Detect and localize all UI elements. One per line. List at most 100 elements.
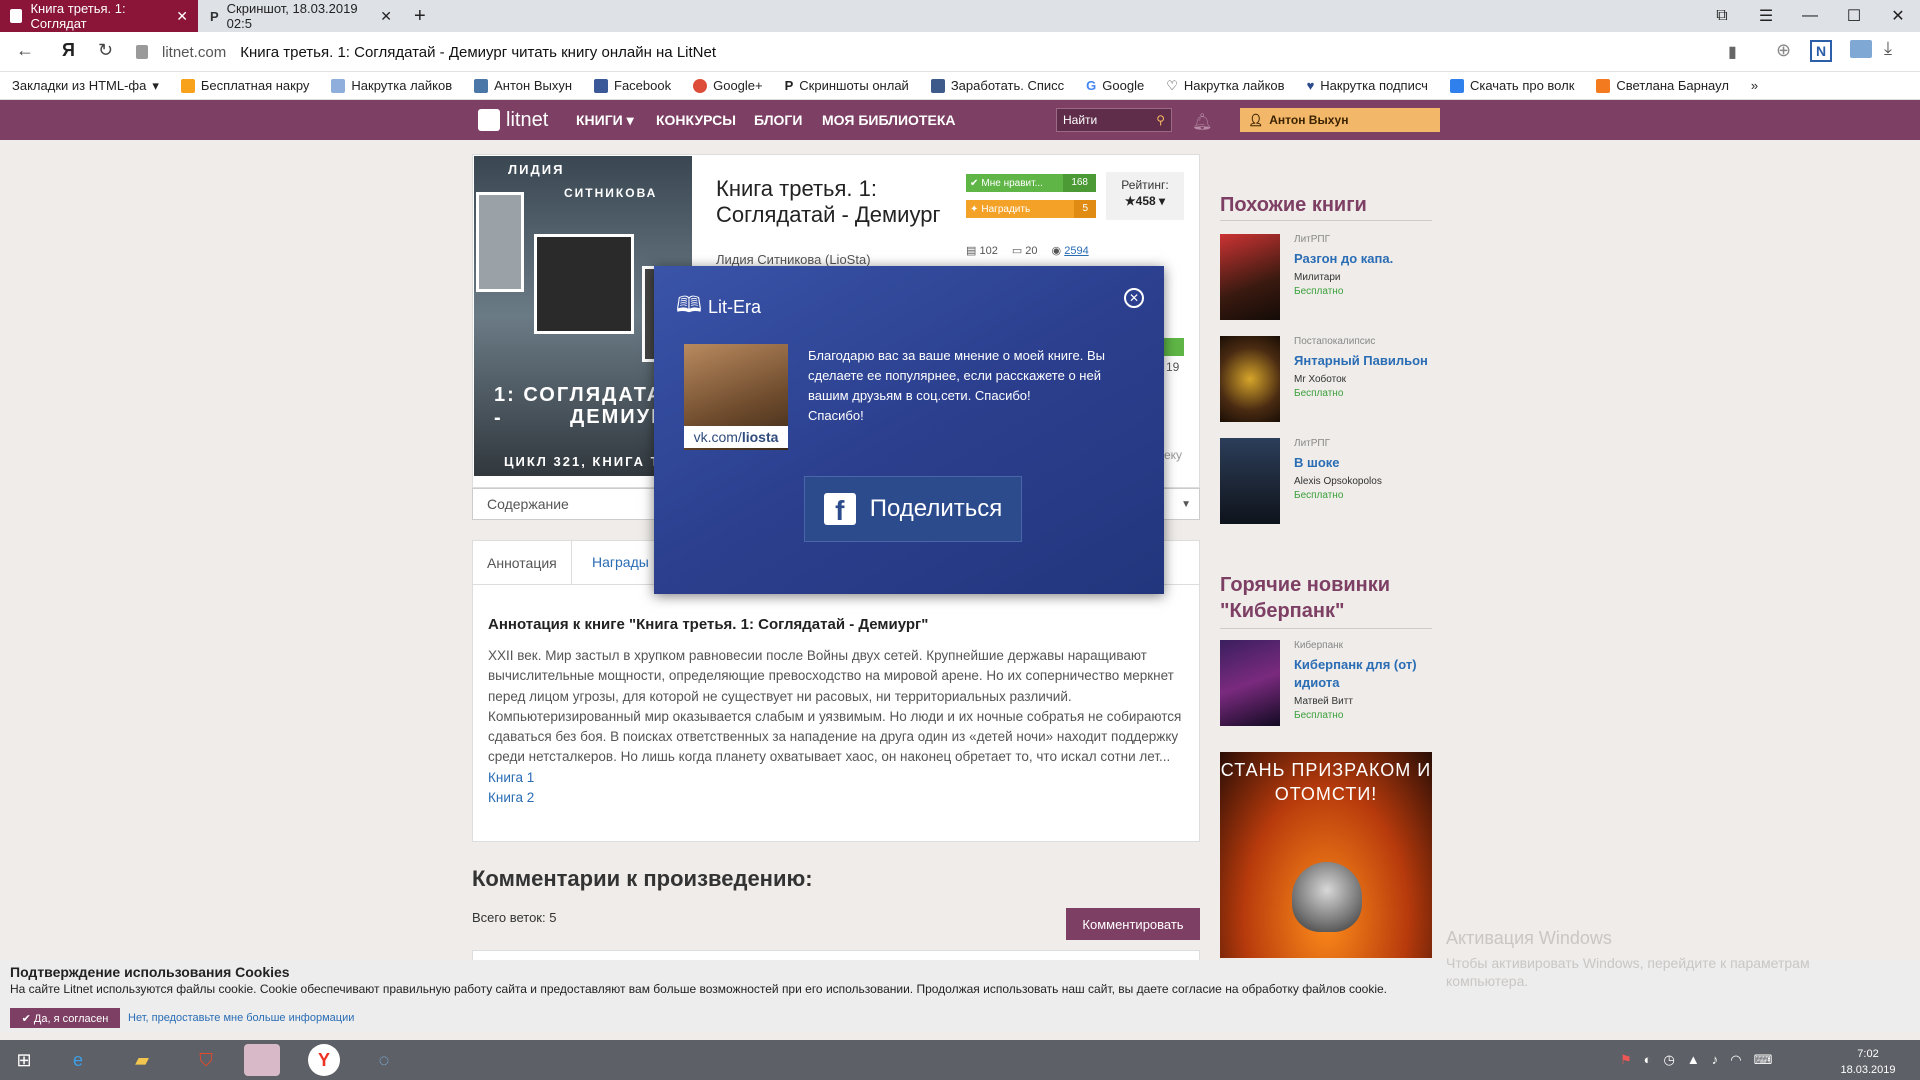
clock-date: 18.03.2019 — [1840, 1064, 1896, 1076]
ad-banner[interactable]: СТАНЬ ПРИЗРАКОМ И ОТОМСТИ! — [1220, 752, 1432, 958]
maximize-icon[interactable]: ☐ — [1832, 0, 1876, 32]
bookmark-item[interactable]: Антон Выхун — [474, 78, 572, 93]
menu-blogs[interactable]: БЛОГИ — [754, 100, 802, 140]
tab-awards[interactable]: Награды — [578, 540, 663, 584]
bookmarks-manager-icon[interactable]: ⧉ — [1700, 0, 1744, 32]
search-icon[interactable]: ⚲ — [1156, 113, 1165, 127]
more-bookmarks-button[interactable]: » — [1751, 78, 1758, 93]
logo-book-icon — [478, 109, 500, 131]
avatar-app-icon[interactable] — [244, 1044, 280, 1076]
link-book-2[interactable]: Книга 2 — [488, 788, 1188, 808]
yandex-browser-icon[interactable]: Y — [308, 1044, 340, 1076]
globe-icon[interactable]: ⊕ — [1776, 40, 1791, 61]
rating-box[interactable]: Рейтинг: ★458 ▾ — [1106, 172, 1184, 220]
bookmark-label: Скачать про волк — [1469, 78, 1575, 93]
menu-contests[interactable]: КОНКУРСЫ — [656, 100, 736, 140]
cookie-more-info-link[interactable]: Нет, предоставьте мне больше информации — [128, 1012, 354, 1024]
download-icon[interactable]: ⤓ — [1884, 38, 1892, 59]
like-button[interactable]: ✔ Мне нравит... 168 — [966, 174, 1096, 192]
pages-icon: ▤ — [966, 245, 977, 257]
book-genre: ЛитРПГ — [1294, 234, 1331, 245]
search-input[interactable]: Найти ⚲ — [1056, 108, 1172, 132]
tray-app-icon[interactable]: ▲ — [1687, 1052, 1700, 1068]
tray-lang-icon[interactable]: ⌨ — [1754, 1052, 1773, 1068]
book-price: Бесплатно — [1294, 710, 1344, 721]
site-logo[interactable]: litnet — [478, 106, 548, 134]
similar-book-2[interactable]: Постапокалипсис Янтарный Павильон Mr Хоб… — [1220, 336, 1440, 426]
bookmark-item[interactable]: Google+ — [693, 78, 763, 93]
bell-icon[interactable]: 🔔︎ — [1192, 112, 1212, 132]
check-icon: ✔ — [970, 177, 979, 189]
taskbar-clock[interactable]: 7:02 18.03.2019 — [1832, 1046, 1904, 1078]
back-icon[interactable]: ← — [16, 40, 34, 61]
bookmark-item[interactable]: Скачать про волк — [1449, 78, 1575, 93]
vk-link[interactable]: vk.com/liosta — [684, 426, 788, 448]
user-menu-button[interactable]: 👤︎ Антон Выхун — [1240, 108, 1440, 132]
bookmark-item[interactable]: P Скриншоты онлай — [785, 78, 909, 93]
hidden-library-link[interactable]: еку — [1164, 448, 1182, 462]
similar-book-1[interactable]: ЛитРПГ Разгон до капа. Милитари Бесплатн… — [1220, 234, 1440, 324]
reload-icon[interactable]: ↻ — [98, 40, 113, 61]
similar-book-3[interactable]: ЛитРПГ В шоке Alexis Opsokopolos Бесплат… — [1220, 438, 1440, 528]
bookmark-icon[interactable]: ▮ — [1728, 42, 1737, 62]
close-tab-icon[interactable]: ✕ — [380, 8, 392, 25]
book-title-link[interactable]: Янтарный Павильон — [1294, 352, 1440, 370]
url-field[interactable]: litnet.com Книга третья. 1: Соглядатай -… — [136, 38, 1756, 66]
close-tab-icon[interactable]: ✕ — [176, 8, 188, 25]
bookmark-label: Накрутка подписч — [1320, 78, 1428, 93]
award-button[interactable]: ✦ Наградить 5 — [966, 200, 1096, 218]
bookmark-folder[interactable]: Закладки из HTML-фа ▾ — [12, 78, 159, 94]
bookmark-label: Бесплатная накру — [200, 78, 310, 93]
tray-clock-icon[interactable]: ◷ — [1664, 1052, 1675, 1068]
bookmark-item[interactable]: Бесплатная накру — [180, 78, 310, 93]
tray-network-icon[interactable]: ◐ — [1644, 1052, 1652, 1068]
tray-volume-icon[interactable]: ♪ — [1712, 1052, 1719, 1068]
close-window-icon[interactable]: ✕ — [1876, 0, 1920, 32]
pages-count: 102 — [979, 245, 998, 257]
stat-comments: ▭ 20 — [1012, 244, 1038, 257]
start-windows-icon[interactable]: ⊞ — [6, 1044, 42, 1076]
internet-explorer-icon[interactable]: e — [60, 1044, 96, 1076]
book-title-link[interactable]: Разгон до капа. — [1294, 250, 1440, 268]
heart-filled-icon: ♥ — [1306, 78, 1315, 93]
vk-icon — [474, 78, 489, 93]
bookmark-item[interactable]: ♥ Накрутка подписч — [1307, 78, 1428, 93]
yandex-icon[interactable]: Я — [62, 40, 75, 61]
file-explorer-icon[interactable]: ▰ — [124, 1044, 160, 1076]
extension-n-icon[interactable]: N — [1810, 40, 1832, 62]
minimize-icon[interactable]: — — [1788, 0, 1832, 32]
menu-my-library[interactable]: МОЯ БИБЛИОТЕКА — [822, 100, 955, 140]
tab-book[interactable]: Книга третья. 1: Соглядат ✕ — [0, 0, 198, 32]
app-swirl-icon[interactable]: ◌ — [366, 1044, 402, 1076]
book-author: Милитари — [1294, 272, 1341, 283]
similar-books-heading: Похожие книги — [1220, 194, 1367, 216]
bookmark-item[interactable]: ♡ Накрутка лайков — [1166, 78, 1284, 94]
comment-button[interactable]: Комментировать — [1066, 908, 1200, 940]
hamburger-menu-icon[interactable]: ☰ — [1744, 0, 1788, 32]
tab-annotation[interactable]: Аннотация — [472, 540, 572, 584]
menu-books[interactable]: КНИГИ ▾ — [576, 100, 634, 140]
bookmark-item[interactable]: G Google — [1086, 78, 1144, 93]
cookie-accept-button[interactable]: ✔ Да, я согласен — [10, 1008, 120, 1028]
book-title-link[interactable]: В шоке — [1294, 454, 1440, 472]
new-tab-button[interactable]: + — [404, 0, 434, 32]
cookie-text: На сайте Litnet используются файлы cooki… — [10, 982, 1388, 996]
book-title: Книга третья. 1: Соглядатай - Демиург — [716, 176, 941, 227]
bookmark-item[interactable]: Накрутка лайков — [331, 78, 452, 93]
bookmark-item[interactable]: Заработать. Списс — [930, 78, 1064, 93]
link-book-1[interactable]: Книга 1 — [488, 768, 1188, 788]
hot-book-1[interactable]: Киберпанк Киберпанк для (от) идиота Матв… — [1220, 640, 1440, 736]
bookmarks-bar: Закладки из HTML-фа ▾ Бесплатная накру Н… — [0, 72, 1920, 100]
views-count[interactable]: 2594 — [1064, 245, 1088, 257]
extension-mail-icon[interactable] — [1850, 40, 1872, 58]
tab-screenshot[interactable]: P Скриншот, 18.03.2019 02:5 ✕ — [200, 0, 402, 32]
close-icon[interactable]: ✕ — [1124, 288, 1144, 308]
book-author[interactable]: Лидия Ситникова (LioSta) — [716, 252, 871, 267]
facebook-share-button[interactable]: f Поделиться — [804, 476, 1022, 542]
tray-wifi-icon[interactable]: ◠ — [1730, 1052, 1741, 1068]
book-title-link[interactable]: Киберпанк для (от) идиота — [1294, 656, 1440, 692]
tray-flag-icon[interactable]: ⚑ — [1620, 1052, 1632, 1068]
bookmark-item[interactable]: Светлана Барнаул — [1596, 78, 1729, 93]
shield-app-icon[interactable]: ⛉ — [188, 1044, 224, 1076]
bookmark-item[interactable]: Facebook — [594, 78, 671, 93]
